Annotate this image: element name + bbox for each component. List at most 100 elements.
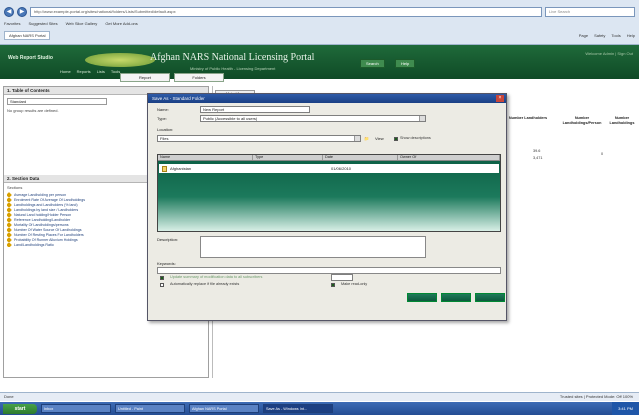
name-label: Name: <box>157 107 169 112</box>
read-only-checkbox[interactable] <box>331 283 335 287</box>
column-header[interactable]: Number Landholdings <box>608 116 636 125</box>
show-descriptions-checkbox[interactable] <box>394 137 398 141</box>
start-button[interactable]: start <box>3 403 37 414</box>
file-date: 01/06/2010 <box>331 166 352 171</box>
close-icon[interactable]: × <box>496 95 504 102</box>
tab-row: Afghan NARS Portal Page Safety Tools Hel… <box>4 30 635 41</box>
folder-up-icon[interactable]: 📁 <box>364 136 369 141</box>
forward-button[interactable]: ▶ <box>17 7 27 17</box>
nav-reports[interactable]: Reports <box>77 69 91 74</box>
help-button[interactable] <box>475 293 505 302</box>
tab-report[interactable]: Report <box>120 73 170 82</box>
favorites-item[interactable]: Web Slice Gallery <box>66 21 98 26</box>
favorites-bar: Favorites Suggested Sites Web Slice Gall… <box>4 19 635 28</box>
keywords-field[interactable] <box>157 267 501 274</box>
portal-help-button[interactable]: Help <box>395 59 416 68</box>
view-label[interactable]: View <box>375 136 384 141</box>
portal-search-button[interactable]: Search <box>360 59 385 68</box>
taskbar-item[interactable]: Untitled - Paint <box>115 404 185 413</box>
save-button[interactable] <box>407 293 437 302</box>
location-value: Files <box>160 136 169 141</box>
page-menu[interactable]: Page <box>579 33 588 38</box>
list-item-label: Number Of Water Source Of Landholdings <box>14 227 82 232</box>
list-item-label: Probability Of Runner Alluvium Holdings <box>14 237 78 242</box>
table-cell: 39.6 <box>533 149 541 153</box>
portal-logo <box>85 53 155 67</box>
type-label: Type: <box>157 116 167 121</box>
list-item-label: Mortality Of Landholdings/persons <box>14 222 69 227</box>
list-item-label: Natural Land holding/Holder Person <box>14 212 72 217</box>
dialog-title: Save As - Standard Folder <box>148 94 506 103</box>
spin-field[interactable] <box>331 274 353 281</box>
list-item-label: Landholdings by land size / Landholders <box>14 207 79 212</box>
file-name: Afghanistan <box>170 166 192 171</box>
keywords-label: Keywords: <box>157 261 176 266</box>
type-value: Public (Accessible to all users) <box>203 116 258 121</box>
file-list-header: Name Type Date Owner Of <box>158 155 500 161</box>
status-bar: Done Trusted sites | Protected Mode: Off… <box>0 392 639 401</box>
tab-folders[interactable]: Folders <box>174 73 224 82</box>
header-type[interactable]: Type <box>253 155 323 160</box>
file-list[interactable]: Name Type Date Owner Of Afghanistan 01/0… <box>157 154 501 232</box>
browser-chrome: ◀ ▶ http://www.example-portal.org/sites/… <box>0 0 639 45</box>
table-cell: 0 <box>601 152 604 156</box>
list-item-label: Average Landholding per person <box>14 192 67 197</box>
auto-replace-checkbox[interactable] <box>160 283 164 287</box>
list-item-label: Enrolment Rate Of Average Of Landholding… <box>14 197 86 202</box>
folder-icon <box>162 165 167 172</box>
header-owner[interactable]: Owner Of <box>398 155 500 160</box>
chevron-down-icon <box>354 136 360 141</box>
update-summary-label: Update summary of modification data to a… <box>170 275 263 279</box>
taskbar-item[interactable]: Save As - Windows Int... <box>263 404 333 413</box>
column-header[interactable]: Number Landholdings/Person <box>558 116 606 125</box>
favorites-item[interactable]: Favorites <box>4 21 20 26</box>
address-row: ◀ ▶ http://www.example-portal.org/sites/… <box>4 6 635 18</box>
pencil-icon <box>7 242 12 247</box>
address-bar[interactable]: http://www.example-portal.org/sites/nati… <box>30 7 542 17</box>
nav-tools[interactable]: Tools <box>111 69 120 74</box>
nav-lists[interactable]: Lists <box>97 69 105 74</box>
taskbar-item[interactable]: Inbox <box>41 404 111 413</box>
search-input[interactable]: Live Search <box>545 7 635 17</box>
portal-user-links[interactable]: Welcome Admin | Sign Out <box>585 51 633 56</box>
list-item[interactable]: Afghanistan 01/06/2010 <box>159 164 499 173</box>
save-as-dialog: Save As - Standard Folder × Name: New Re… <box>147 93 507 321</box>
status-text: Done <box>4 394 14 399</box>
portal-brand: Web Report Studio <box>8 55 53 61</box>
chevron-down-icon <box>419 116 425 121</box>
header-name[interactable]: Name <box>158 155 253 160</box>
back-button[interactable]: ◀ <box>4 7 14 17</box>
toc-select[interactable]: Standard <box>7 98 107 105</box>
command-bar: Page Safety Tools Help <box>579 33 635 38</box>
list-item-label: Landholdings and Landholders (% land) <box>14 202 78 207</box>
safety-menu[interactable]: Safety <box>594 33 605 38</box>
clock: 3:41 PM <box>612 402 639 415</box>
tools-menu[interactable]: Tools <box>611 33 620 38</box>
browser-tab[interactable]: Afghan NARS Portal <box>4 31 51 40</box>
favorites-item[interactable]: Suggested Sites <box>28 21 57 26</box>
list-item-label: Reference Landholding/Landholder <box>14 217 71 222</box>
auto-replace-label: Automatically replace if file already ex… <box>170 282 240 286</box>
location-select[interactable]: Files <box>157 135 361 142</box>
update-summary-checkbox[interactable] <box>160 276 164 280</box>
list-item-label: Land/Landholdings Ratio <box>14 242 54 247</box>
taskbar-item[interactable]: Afghan NARS Portal <box>189 404 259 413</box>
column-header[interactable]: Number Landholders <box>508 116 548 121</box>
list-item-label: Number Of Resting Places For Landholders <box>14 232 84 237</box>
type-select[interactable]: Public (Accessible to all users) <box>200 115 426 122</box>
show-descriptions-label: Show descriptions <box>400 136 431 140</box>
portal-title: Afghan NARS National Licensing Portal <box>150 52 315 63</box>
name-field[interactable]: New Report <box>200 106 310 113</box>
portal-subtitle: Ministry of Public Health - Licensing De… <box>190 66 276 71</box>
header-date[interactable]: Date <box>323 155 398 160</box>
cancel-button[interactable] <box>441 293 471 302</box>
help-menu[interactable]: Help <box>627 33 635 38</box>
description-field[interactable] <box>200 236 426 258</box>
location-label: Location: <box>157 127 174 132</box>
portal-nav: Home Reports Lists Tools <box>60 69 120 74</box>
nav-home[interactable]: Home <box>60 69 71 74</box>
status-zone[interactable]: Trusted sites | Protected Mode: Off 100% <box>560 393 633 401</box>
favorites-item[interactable]: Get More Add-ons <box>105 21 137 26</box>
table-cell: 3,471 <box>533 156 543 160</box>
portal-header: Web Report Studio Afghan NARS National L… <box>0 45 639 79</box>
